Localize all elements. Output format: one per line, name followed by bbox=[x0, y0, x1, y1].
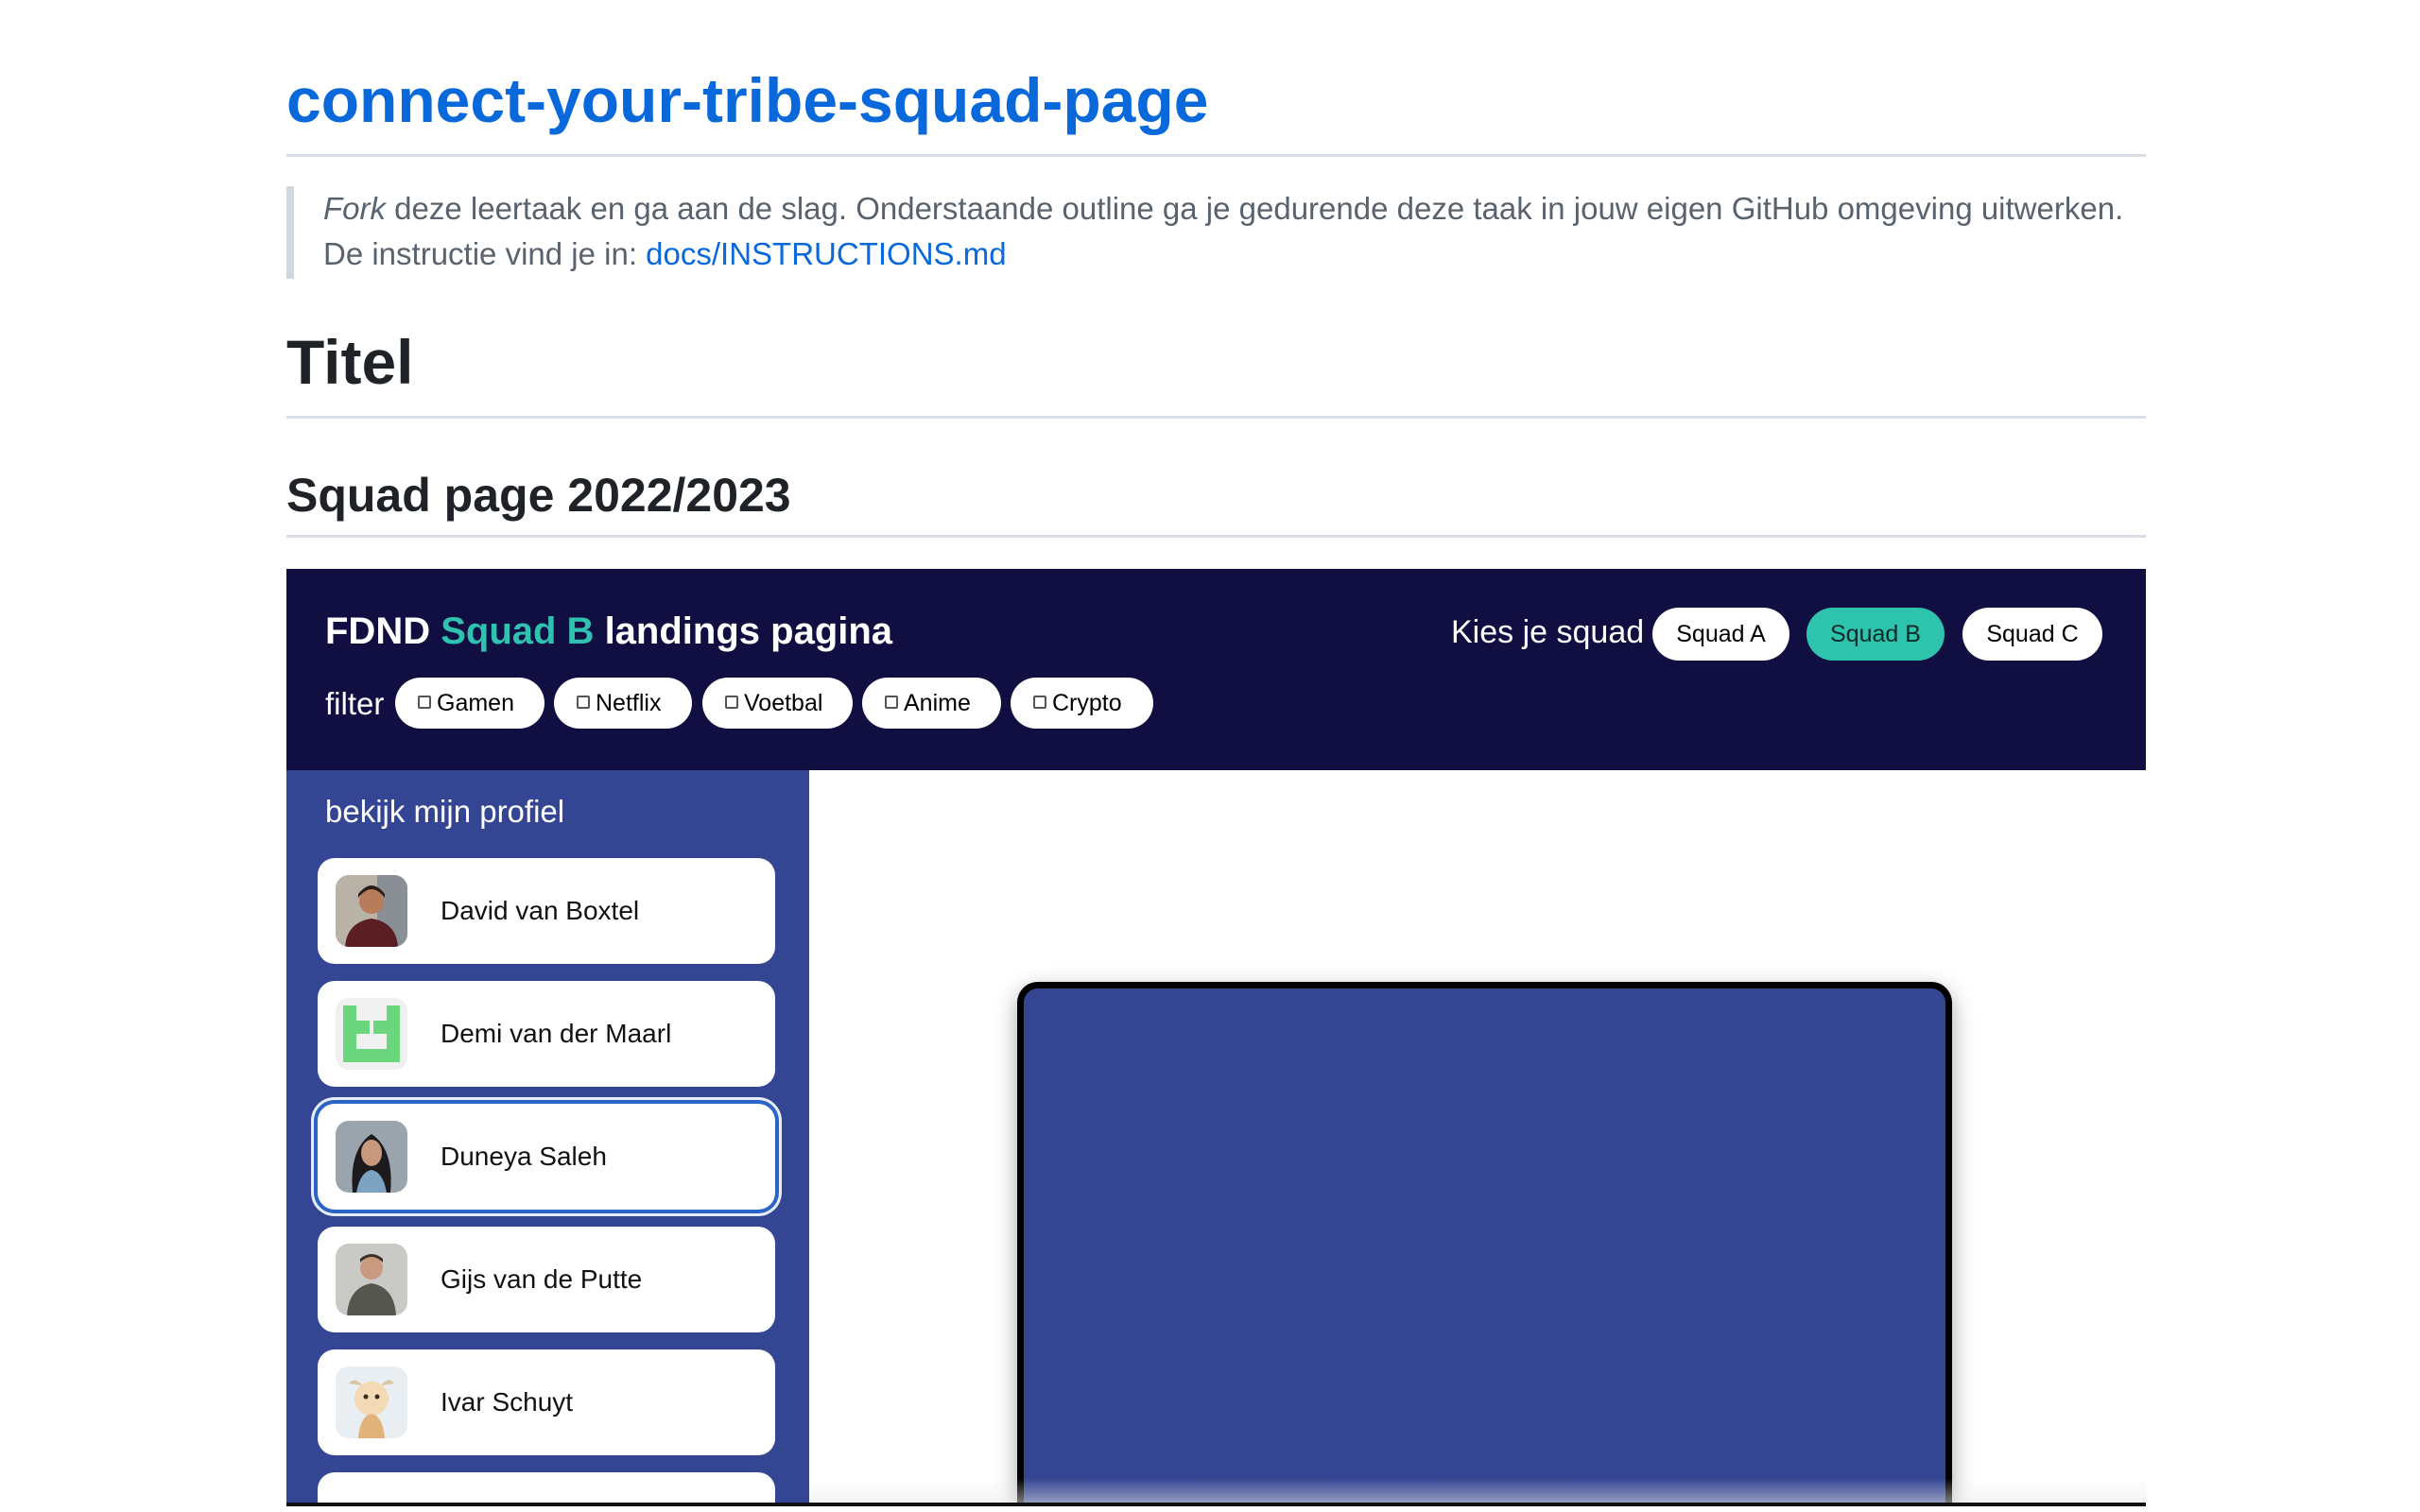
instructions-prefix: De instructie vind je in: bbox=[323, 236, 647, 271]
filter-label-text: Gamen bbox=[437, 690, 514, 716]
avatar bbox=[336, 1121, 407, 1193]
checkbox-icon[interactable] bbox=[577, 696, 590, 710]
member-name: Gijs van de Putte bbox=[441, 1264, 643, 1294]
filter-crypto[interactable]: Crypto bbox=[1011, 678, 1153, 729]
filter-label-text: Crypto bbox=[1052, 690, 1122, 716]
intro-line-2: De instructie vind je in: docs/INSTRUCTI… bbox=[323, 232, 2139, 277]
filter-netflix[interactable]: Netflix bbox=[554, 678, 692, 729]
divider bbox=[286, 416, 2146, 419]
preview-bottom-edge bbox=[286, 1503, 2146, 1506]
instructions-link[interactable]: docs/INSTRUCTIONS.md bbox=[646, 236, 1006, 271]
avatar bbox=[336, 875, 407, 947]
filter-label-text: Anime bbox=[904, 690, 971, 716]
avatar bbox=[336, 998, 407, 1070]
checkbox-icon[interactable] bbox=[1033, 696, 1046, 710]
squad-selector-label: Kies je squad bbox=[1451, 614, 1645, 650]
heading-squad-page: Squad page 2022/2023 bbox=[286, 469, 791, 522]
brand-suffix: landings pagina bbox=[594, 610, 893, 652]
filter-label: filter bbox=[325, 686, 385, 721]
filter-gamen[interactable]: Gamen bbox=[395, 678, 544, 729]
brand-accent: Squad B bbox=[441, 610, 595, 652]
brand-prefix: FDND bbox=[325, 610, 441, 652]
brand-title: FDND Squad B landings pagina bbox=[325, 605, 892, 658]
checkbox-icon[interactable] bbox=[885, 696, 898, 710]
checkbox-icon[interactable] bbox=[418, 696, 431, 710]
app-header: FDND Squad B landings pagina Kies je squ… bbox=[286, 569, 2146, 770]
intro-text: deze leertaak en ga aan de slag. Onderst… bbox=[386, 191, 2124, 226]
checkbox-icon[interactable] bbox=[725, 696, 738, 710]
member-card-selected[interactable]: Duneya Saleh bbox=[318, 1104, 775, 1210]
squad-c-button[interactable]: Squad C bbox=[1962, 608, 2102, 661]
profile-sidebar[interactable]: bekijk mijn profiel David van Boxtel Dem… bbox=[286, 770, 809, 1506]
squad-page-preview: FDND Squad B landings pagina Kies je squ… bbox=[286, 569, 2146, 1506]
filter-anime[interactable]: Anime bbox=[862, 678, 1001, 729]
fork-emphasis: Fork bbox=[323, 191, 386, 226]
member-card[interactable]: Gijs van de Putte bbox=[318, 1227, 775, 1332]
member-card[interactable]: Ivar Schuyt bbox=[318, 1349, 775, 1455]
member-card[interactable]: David van Boxtel bbox=[318, 858, 775, 964]
repo-title-link[interactable]: connect-your-tribe-squad-page bbox=[286, 62, 1208, 138]
divider bbox=[286, 535, 2146, 538]
intro-line-1: Fork deze leertaak en ga aan de slag. On… bbox=[323, 186, 2139, 232]
member-name: Ivar Schuyt bbox=[441, 1387, 574, 1417]
filter-voetbal[interactable]: Voetbal bbox=[702, 678, 853, 729]
member-name: Duneya Saleh bbox=[441, 1142, 607, 1171]
profile-display-panel bbox=[1017, 982, 1952, 1506]
filter-label-text: Netflix bbox=[596, 690, 662, 716]
filter-label-text: Voetbal bbox=[744, 690, 823, 716]
divider bbox=[286, 154, 2146, 157]
avatar bbox=[336, 1244, 407, 1315]
squad-b-button[interactable]: Squad B bbox=[1806, 608, 1945, 661]
sidebar-title: bekijk mijn profiel bbox=[325, 794, 565, 829]
intro-blockquote: Fork deze leertaak en ga aan de slag. On… bbox=[286, 186, 2139, 279]
member-card-partial[interactable] bbox=[318, 1472, 775, 1506]
heading-titel: Titel bbox=[286, 327, 414, 397]
avatar bbox=[336, 1366, 407, 1438]
squad-a-button[interactable]: Squad A bbox=[1652, 608, 1789, 661]
member-name: David van Boxtel bbox=[441, 896, 640, 925]
member-name: Demi van der Maarl bbox=[441, 1019, 672, 1048]
member-card[interactable]: Demi van der Maarl bbox=[318, 981, 775, 1087]
